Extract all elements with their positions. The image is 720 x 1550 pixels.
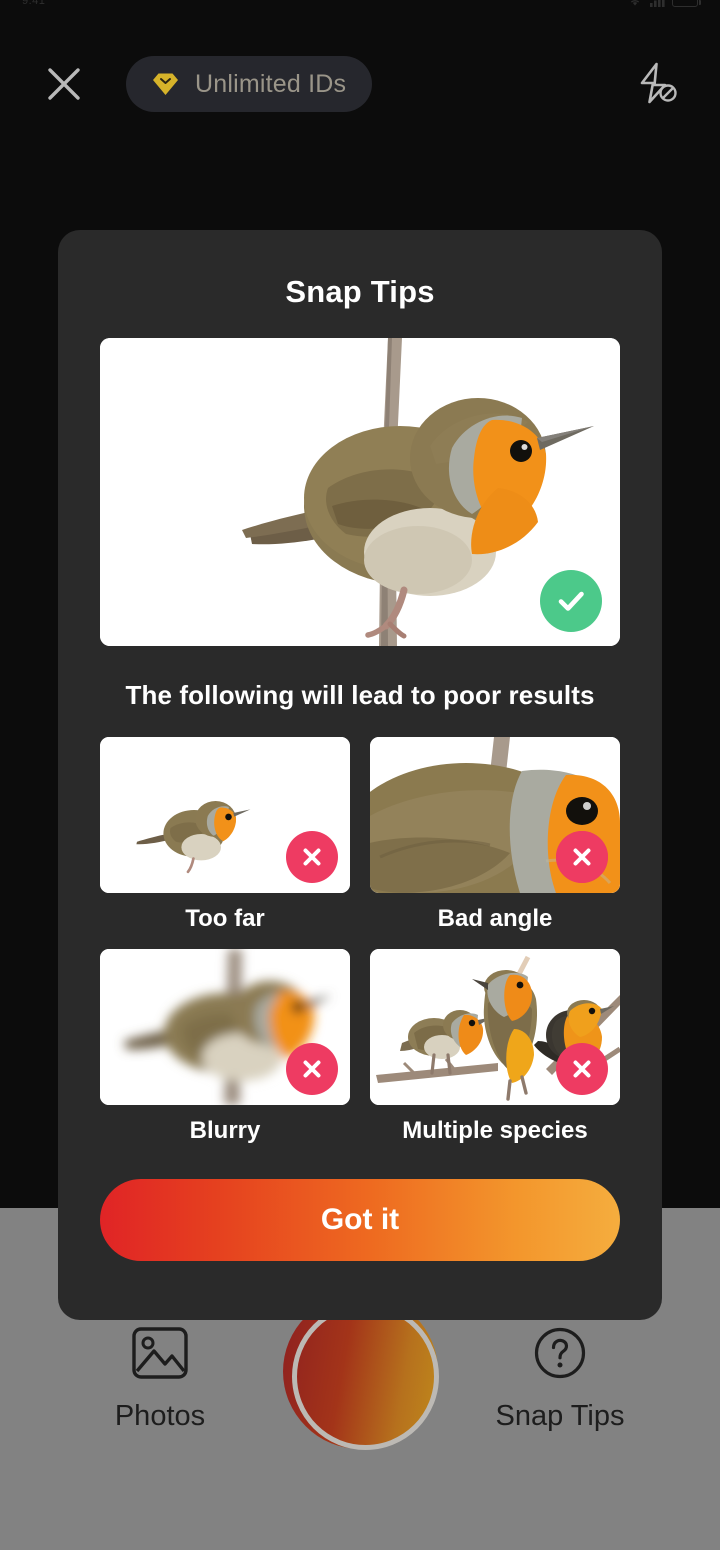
close-icon bbox=[48, 68, 80, 100]
flash-toggle-button[interactable] bbox=[628, 56, 684, 112]
x-icon bbox=[573, 848, 591, 866]
bad-example-bad-angle[interactable]: Bad angle bbox=[370, 737, 620, 933]
bad-example-thumb bbox=[370, 949, 620, 1105]
snap-tips-label: Snap Tips bbox=[495, 1399, 625, 1432]
flash-off-icon bbox=[640, 62, 677, 104]
gem-icon bbox=[152, 72, 179, 96]
got-it-button[interactable]: Got it bbox=[100, 1179, 620, 1261]
x-icon bbox=[303, 848, 321, 866]
bad-example-thumb bbox=[370, 737, 620, 893]
camera-screen: 9:41 Unlimited IDs Snap Tips The followi… bbox=[0, 0, 720, 1550]
camera-top-bar: Unlimited IDs bbox=[0, 36, 720, 132]
unlimited-ids-badge[interactable]: Unlimited IDs bbox=[126, 56, 373, 112]
good-example-badge bbox=[540, 570, 602, 632]
photos-button[interactable]: Photos bbox=[70, 1326, 250, 1433]
bad-example-badge bbox=[556, 831, 608, 883]
bad-example-label: Blurry bbox=[189, 1117, 261, 1144]
bad-examples-grid: Too far Bad angle Blurry Multiple specie… bbox=[100, 737, 620, 1145]
battery-icon bbox=[672, 0, 702, 7]
bad-example-label: Bad angle bbox=[437, 905, 553, 932]
bad-example-label: Multiple species bbox=[402, 1117, 588, 1144]
close-button[interactable] bbox=[36, 56, 92, 112]
status-time: 9:41 bbox=[22, 0, 46, 7]
bad-example-too-far[interactable]: Too far bbox=[100, 737, 350, 933]
status-indicators bbox=[627, 0, 702, 7]
x-icon bbox=[303, 1060, 321, 1078]
modal-title: Snap Tips bbox=[285, 274, 435, 309]
snap-tips-modal: Snap Tips The following will lead to poo… bbox=[58, 230, 662, 1320]
photo-icon bbox=[132, 1326, 188, 1379]
bad-example-badge bbox=[286, 831, 338, 883]
bad-example-thumb bbox=[100, 949, 350, 1105]
question-circle-icon bbox=[534, 1327, 586, 1378]
bad-example-blurry[interactable]: Blurry bbox=[100, 949, 350, 1145]
photos-label: Photos bbox=[114, 1399, 206, 1432]
wifi-icon bbox=[627, 0, 643, 7]
bad-example-badge bbox=[556, 1043, 608, 1095]
unlimited-ids-label: Unlimited IDs bbox=[195, 69, 347, 98]
check-icon bbox=[558, 591, 584, 611]
x-icon bbox=[573, 1060, 591, 1078]
bad-example-badge bbox=[286, 1043, 338, 1095]
bad-example-multiple-species[interactable]: Multiple species bbox=[370, 949, 620, 1145]
good-example-photo bbox=[100, 338, 620, 646]
bad-example-thumb bbox=[100, 737, 350, 893]
status-bar: 9:41 bbox=[0, 0, 720, 16]
snap-tips-button[interactable]: Snap Tips bbox=[470, 1326, 650, 1433]
signal-icon bbox=[650, 0, 665, 7]
poor-results-subtitle: The following will lead to poor results bbox=[125, 680, 595, 710]
bad-example-label: Too far bbox=[185, 905, 265, 932]
